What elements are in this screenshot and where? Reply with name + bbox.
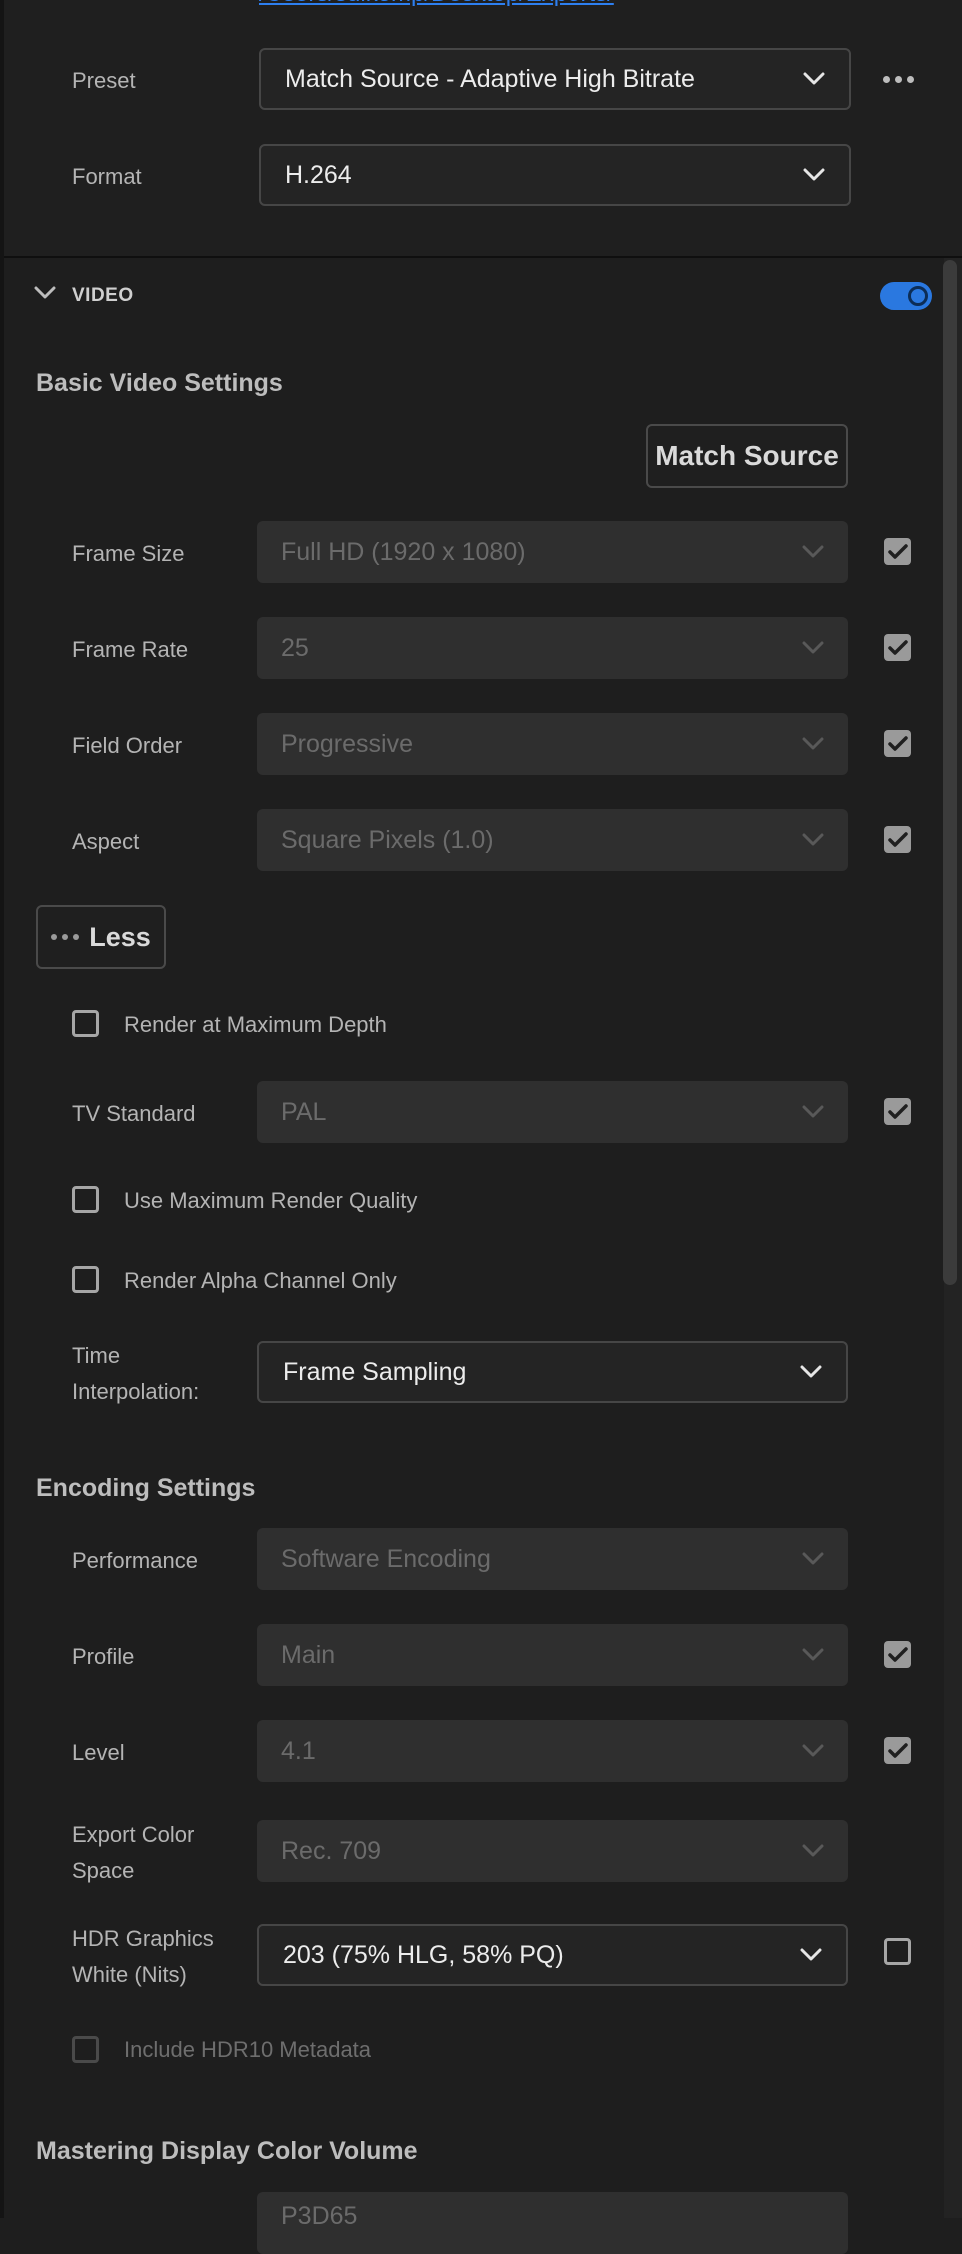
chevron-down-icon — [802, 1105, 824, 1118]
field-order-label: Field Order — [72, 733, 183, 758]
aspect-value: Square Pixels (1.0) — [281, 825, 494, 854]
checkmark-icon — [887, 1103, 908, 1119]
performance-label: Performance — [72, 1548, 198, 1573]
hdr-white-match-checkbox[interactable] — [884, 1938, 911, 1965]
level-label: Level — [72, 1740, 125, 1765]
field-order-dropdown[interactable]: Progressive — [257, 713, 848, 775]
level-match-checkbox[interactable] — [884, 1737, 911, 1764]
checkmark-icon — [887, 1742, 908, 1758]
collapse-chevron-icon[interactable] — [34, 286, 56, 300]
video-enable-toggle[interactable] — [880, 282, 932, 310]
format-dropdown[interactable]: H.264 — [259, 144, 851, 206]
tv-standard-label: TV Standard — [72, 1101, 196, 1126]
aspect-match-checkbox[interactable] — [884, 826, 911, 853]
output-settings-panel — [4, 0, 962, 256]
tv-standard-match-checkbox[interactable] — [884, 1098, 911, 1125]
time-interpolation-label-line2: Interpolation: — [72, 1379, 200, 1404]
frame-rate-match-checkbox[interactable] — [884, 634, 911, 661]
field-order-match-checkbox[interactable] — [884, 730, 911, 757]
location-link[interactable]: /Users/sulkomp/Desktop/Exports/ — [259, 0, 614, 8]
frame-size-value: Full HD (1920 x 1080) — [281, 537, 526, 566]
checkmark-icon — [887, 1646, 908, 1662]
match-source-button[interactable]: Match Source — [646, 424, 848, 488]
format-label: Format — [72, 164, 142, 189]
chevron-down-icon — [802, 1552, 824, 1565]
time-interpolation-dropdown[interactable]: Frame Sampling — [257, 1341, 848, 1403]
mastering-first-value: P3D65 — [281, 2202, 358, 2230]
export-color-space-value: Rec. 709 — [281, 1836, 382, 1865]
hdr-white-dropdown[interactable]: 203 (75% HLG, 58% PQ) — [257, 1924, 848, 1986]
include-hdr10-checkbox[interactable] — [72, 2036, 99, 2063]
render-max-depth-checkbox[interactable] — [72, 1010, 99, 1037]
ellipsis-icon — [51, 934, 80, 940]
frame-size-dropdown[interactable]: Full HD (1920 x 1080) — [257, 521, 848, 583]
preset-dropdown[interactable]: Match Source - Adaptive High Bitrate — [259, 48, 851, 110]
field-order-value: Progressive — [281, 729, 413, 758]
preset-label: Preset — [72, 68, 136, 93]
frame-rate-dropdown[interactable]: 25 — [257, 617, 848, 679]
performance-dropdown[interactable]: Software Encoding — [257, 1528, 848, 1590]
level-dropdown[interactable]: 4.1 — [257, 1720, 848, 1782]
format-value: H.264 — [285, 160, 352, 189]
tv-standard-dropdown[interactable]: PAL — [257, 1081, 848, 1143]
checkmark-icon — [887, 831, 908, 847]
section-divider — [4, 256, 962, 258]
chevron-down-icon — [802, 833, 824, 846]
chevron-down-icon — [802, 1744, 824, 1757]
profile-dropdown[interactable]: Main — [257, 1624, 848, 1686]
profile-label: Profile — [72, 1644, 135, 1669]
checkmark-icon — [887, 639, 908, 655]
alpha-only-checkbox[interactable] — [72, 1266, 99, 1293]
chevron-down-icon — [802, 737, 824, 750]
export-color-space-label-line1: Export Color — [72, 1822, 195, 1847]
time-interpolation-value: Frame Sampling — [283, 1357, 467, 1386]
scrollbar-thumb[interactable] — [943, 260, 957, 1285]
checkmark-icon — [887, 735, 908, 751]
chevron-down-icon — [800, 1948, 822, 1961]
hdr-white-label-line1: HDR Graphics — [72, 1926, 214, 1951]
chevron-down-icon — [803, 72, 825, 85]
match-source-label: Match Source — [655, 440, 839, 471]
mastering-first-dropdown[interactable]: P3D65 — [257, 2192, 848, 2254]
chevron-down-icon — [802, 545, 824, 558]
level-value: 4.1 — [281, 1736, 316, 1765]
frame-size-match-checkbox[interactable] — [884, 538, 911, 565]
export-color-space-label-line2: Space — [72, 1858, 135, 1883]
chevron-down-icon — [802, 1844, 824, 1857]
preset-value: Match Source - Adaptive High Bitrate — [285, 64, 695, 93]
include-hdr10-label: Include HDR10 Metadata — [124, 2037, 372, 2062]
chevron-down-icon — [802, 641, 824, 654]
max-render-quality-checkbox[interactable] — [72, 1186, 99, 1213]
hdr-white-value: 203 (75% HLG, 58% PQ) — [283, 1940, 564, 1969]
less-button[interactable]: Less — [36, 905, 166, 969]
mastering-display-title: Mastering Display Color Volume — [36, 2137, 418, 2165]
hdr-white-label-line2: White (Nits) — [72, 1962, 187, 1987]
chevron-down-icon — [803, 168, 825, 181]
frame-rate-label: Frame Rate — [72, 637, 189, 662]
chevron-down-icon — [802, 1648, 824, 1661]
checkmark-icon — [887, 543, 908, 559]
aspect-label: Aspect — [72, 829, 140, 854]
encoding-settings-title: Encoding Settings — [36, 1474, 256, 1502]
frame-size-label: Frame Size — [72, 541, 185, 566]
aspect-dropdown[interactable]: Square Pixels (1.0) — [257, 809, 848, 871]
export-color-space-dropdown[interactable]: Rec. 709 — [257, 1820, 848, 1882]
alpha-only-label: Render Alpha Channel Only — [124, 1268, 397, 1293]
video-section-header[interactable]: VIDEO — [72, 285, 134, 307]
time-interpolation-label-line1: Time — [72, 1343, 121, 1368]
profile-match-checkbox[interactable] — [884, 1641, 911, 1668]
profile-value: Main — [281, 1640, 336, 1669]
basic-video-settings-title: Basic Video Settings — [36, 369, 283, 397]
frame-rate-value: 25 — [281, 633, 309, 662]
render-max-depth-label: Render at Maximum Depth — [124, 1012, 387, 1037]
preset-more-icon[interactable] — [883, 76, 914, 83]
chevron-down-icon — [800, 1365, 822, 1378]
less-label: Less — [89, 921, 151, 952]
left-edge — [0, 0, 4, 2218]
max-render-quality-label: Use Maximum Render Quality — [124, 1188, 418, 1213]
tv-standard-value: PAL — [281, 1097, 327, 1126]
performance-value: Software Encoding — [281, 1544, 491, 1573]
